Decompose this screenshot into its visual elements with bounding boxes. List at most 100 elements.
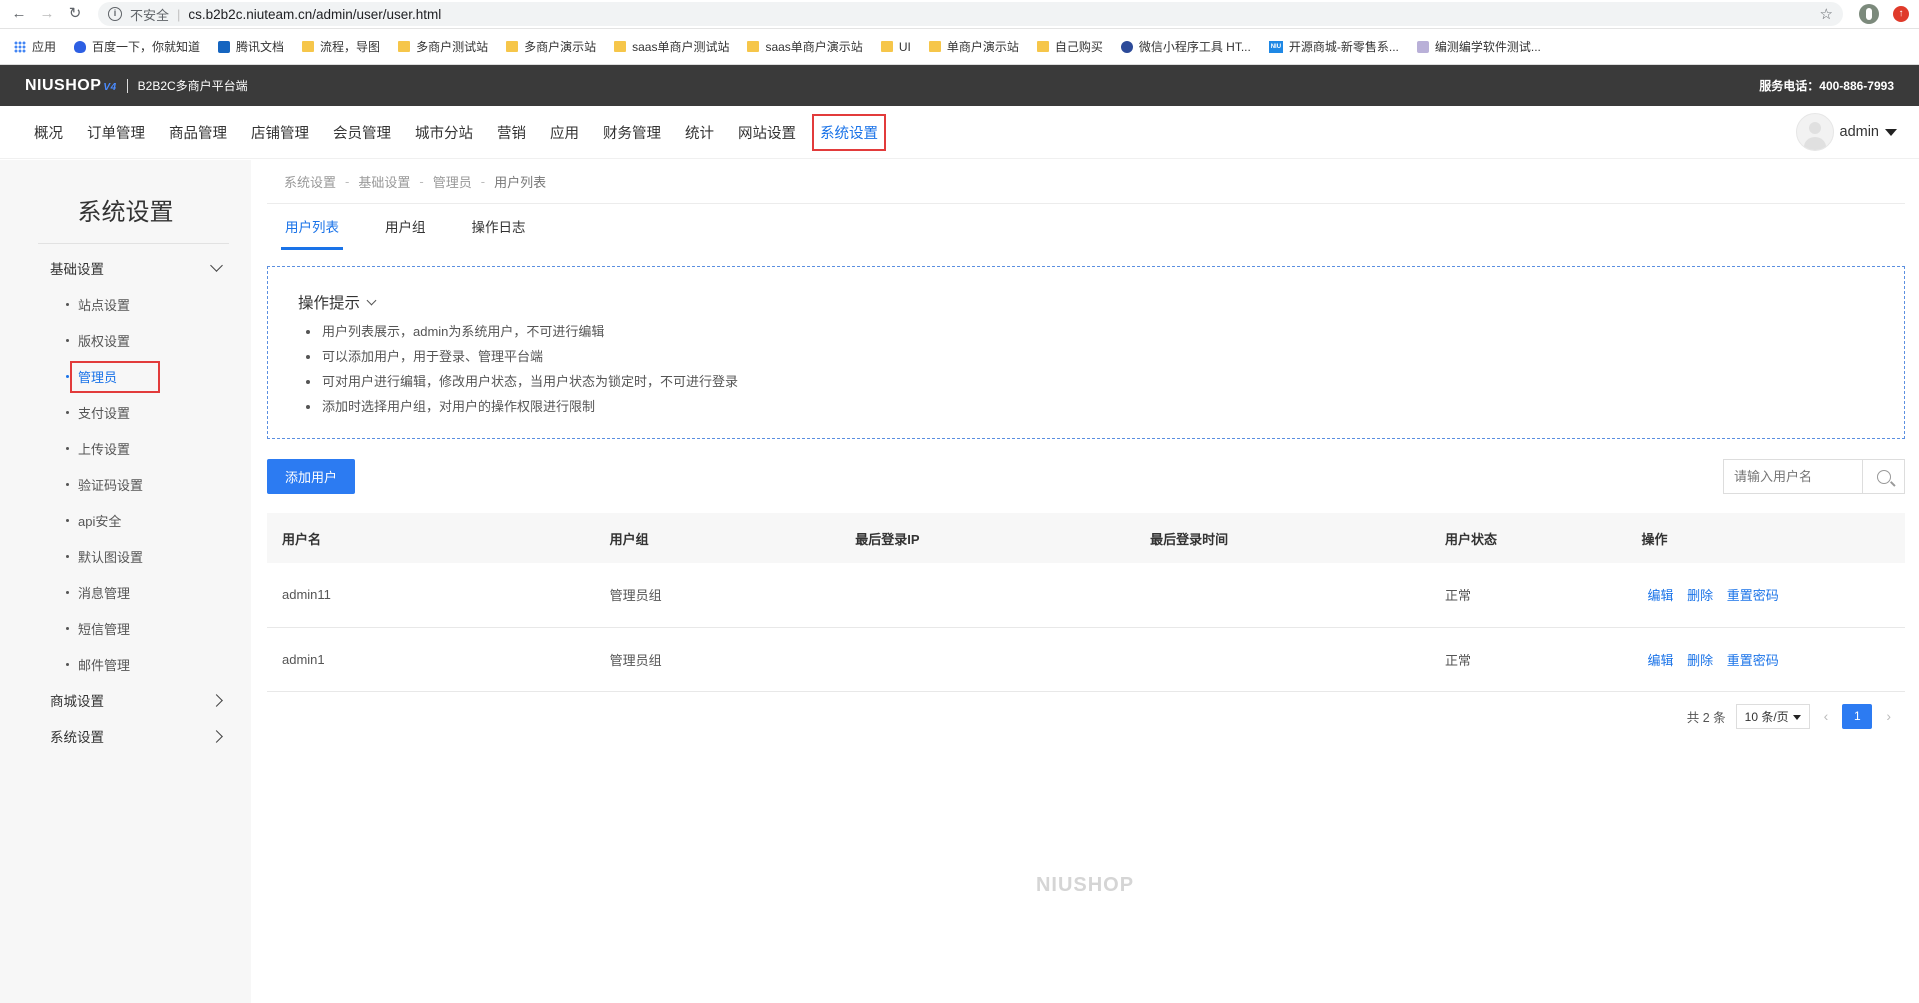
main-content: 系统设置 - 基础设置 - 管理员 - 用户列表 用户列表 用户组 操作日志 操作提示… [251,160,1919,1003]
back-arrow-icon[interactable]: ← [10,5,28,23]
chevron-down-icon [210,258,223,272]
breadcrumb-item[interactable]: 基础设置 [358,172,410,191]
tips-title[interactable]: 操作提示 [298,291,1874,313]
folder-icon [880,41,893,52]
info-icon[interactable]: i [108,7,122,21]
sidebar-item-default-image[interactable]: 默认图设置 [0,538,251,574]
bookmark-apps[interactable]: 应用 [14,38,56,55]
topnav-marketing[interactable]: 营销 [497,118,526,147]
pagination: 共 2 条 10 条/页 ‹ 1 › [267,703,1905,729]
topnav-website-settings[interactable]: 网站设置 [738,118,796,147]
reload-icon[interactable]: ↻ [66,5,84,23]
topnav-orders[interactable]: 订单管理 [87,118,145,147]
topnav-overview[interactable]: 概况 [34,118,63,147]
topnav-members[interactable]: 会员管理 [333,118,391,147]
bookmark-folder[interactable]: 多商户测试站 [398,38,488,55]
user-menu[interactable]: admin [1795,113,1897,151]
sidebar-group-system-settings[interactable]: 系统设置 [0,718,251,754]
reset-password-link[interactable]: 重置密码 [1727,653,1779,668]
avatar[interactable] [1795,113,1834,151]
delete-link[interactable]: 删除 [1687,653,1713,668]
forward-arrow-icon[interactable]: → [38,5,56,23]
topnav-apps[interactable]: 应用 [550,118,579,147]
bookmark-tencent-docs[interactable]: 腾讯文档 [218,38,284,55]
edit-link[interactable]: 编辑 [1647,588,1673,603]
extension-icon[interactable] [1859,4,1879,24]
extension-alert-icon[interactable]: ↑ [1893,6,1909,22]
topnav-system-settings[interactable]: 系统设置 [812,113,886,151]
column-header: 最后登录时间 [1135,513,1430,563]
bookmark-wechat-tool[interactable]: 微信小程序工具 HT... [1120,38,1251,55]
bookmark-folder[interactable]: saas单商户演示站 [747,38,863,55]
user-name[interactable]: admin [1840,124,1880,140]
browser-toolbar: ← → ↻ i 不安全 | cs.b2b2c.niuteam.cn/admin/… [0,0,1919,29]
tab-user-list[interactable]: 用户列表 [281,216,343,250]
breadcrumb-item[interactable]: 系统设置 [284,172,336,191]
list-toolbar: 添加用户 [267,459,1905,494]
breadcrumb-item[interactable]: 管理员 [433,172,472,191]
edit-link[interactable]: 编辑 [1647,653,1673,668]
bookmark-testing[interactable]: 编测编学软件测试... [1416,38,1541,55]
search-button[interactable] [1862,460,1904,493]
chevron-right-icon [210,729,223,743]
cell-group: 管理员组 [594,563,841,628]
sidebar-item-sms[interactable]: 短信管理 [0,610,251,646]
bookmark-folder[interactable]: UI [880,40,911,54]
app-header: NIUSHOP V4 B2B2C多商户平台端 服务电话：400-886-7993 [0,65,1919,106]
folder-icon [398,41,411,52]
bookmark-folder[interactable]: saas单商户测试站 [614,38,729,55]
reset-password-link[interactable]: 重置密码 [1727,588,1779,603]
topnav-goods[interactable]: 商品管理 [169,118,227,147]
cell-actions: 编辑 删除 重置密码 [1626,563,1905,628]
sidebar-group-mall-settings[interactable]: 商城设置 [0,682,251,718]
tencent-docs-icon [218,40,231,53]
delete-link[interactable]: 删除 [1687,588,1713,603]
sidebar-item-upload-settings[interactable]: 上传设置 [0,430,251,466]
bookmark-folder[interactable]: 多商户演示站 [506,38,596,55]
bookmark-star-icon[interactable]: ☆ [1820,5,1833,23]
sidebar-item-email[interactable]: 邮件管理 [0,646,251,682]
sidebar-item-payment-settings[interactable]: 支付设置 [0,394,251,430]
topnav-city-sites[interactable]: 城市分站 [415,118,473,147]
search-input[interactable] [1724,460,1862,493]
caret-down-icon[interactable] [1885,128,1897,136]
add-user-button[interactable]: 添加用户 [267,459,356,494]
table-header-row: 用户名 用户组 最后登录IP 最后登录时间 用户状态 操作 [267,513,1905,563]
page-size-select[interactable]: 10 条/页 [1735,703,1810,729]
prev-page-icon[interactable]: ‹ [1824,708,1829,724]
bookmark-folder[interactable]: 流程，导图 [302,38,380,55]
table-row: admin11 管理员组 正常 编辑 删除 重置密码 [267,563,1905,628]
chevron-down-icon [366,295,377,305]
url-text[interactable]: cs.b2b2c.niuteam.cn/admin/user/user.html [188,7,441,22]
niushop-logo[interactable]: NIUSHOP V4 [25,77,117,95]
sidebar-divider [38,243,229,244]
bookmark-niu[interactable]: NIU 开源商城-新零售系... [1268,38,1399,55]
tip-item: 添加时选择用户组，对用户的操作权限进行限制 [306,394,1874,419]
address-bar[interactable]: i 不安全 | cs.b2b2c.niuteam.cn/admin/user/u… [98,2,1843,26]
tip-item: 可以添加用户，用于登录、管理平台端 [306,344,1874,369]
page-layout: 系统设置 基础设置 站点设置 版权设置 管理员 支付设置 上传设置 验证码设置 … [0,160,1919,1003]
tab-operation-log[interactable]: 操作日志 [468,216,530,250]
topnav-shops[interactable]: 店铺管理 [251,118,309,147]
sidebar-item-messages[interactable]: 消息管理 [0,574,251,610]
cell-username: admin11 [267,563,595,628]
sidebar-item-copyright-settings[interactable]: 版权设置 [0,322,251,358]
tips-list: 用户列表展示，admin为系统用户，不可进行编辑 可以添加用户，用于登录、管理平… [298,319,1874,419]
sidebar-item-captcha-settings[interactable]: 验证码设置 [0,466,251,502]
insecure-label: 不安全 [130,7,170,23]
topnav-statistics[interactable]: 统计 [685,118,714,147]
sidebar-item-api-security[interactable]: api安全 [0,502,251,538]
bookmark-folder[interactable]: 自己购买 [1036,38,1103,55]
sidebar-item-admins[interactable]: 管理员 [0,358,251,394]
sidebar-item-site-settings[interactable]: 站点设置 [0,286,251,322]
bookmark-folder[interactable]: 单商户演示站 [928,38,1019,55]
next-page-icon[interactable]: › [1886,708,1891,724]
bookmark-baidu[interactable]: 百度一下，你就知道 [74,38,200,55]
page-number-current[interactable]: 1 [1842,703,1873,729]
column-header: 用户名 [267,513,595,563]
niu-icon: NIU [1268,40,1283,53]
sidebar-title: 系统设置 [77,199,174,226]
topnav-finance[interactable]: 财务管理 [603,118,661,147]
tab-user-groups[interactable]: 用户组 [381,216,430,250]
sidebar-group-basic-settings[interactable]: 基础设置 [0,250,251,286]
